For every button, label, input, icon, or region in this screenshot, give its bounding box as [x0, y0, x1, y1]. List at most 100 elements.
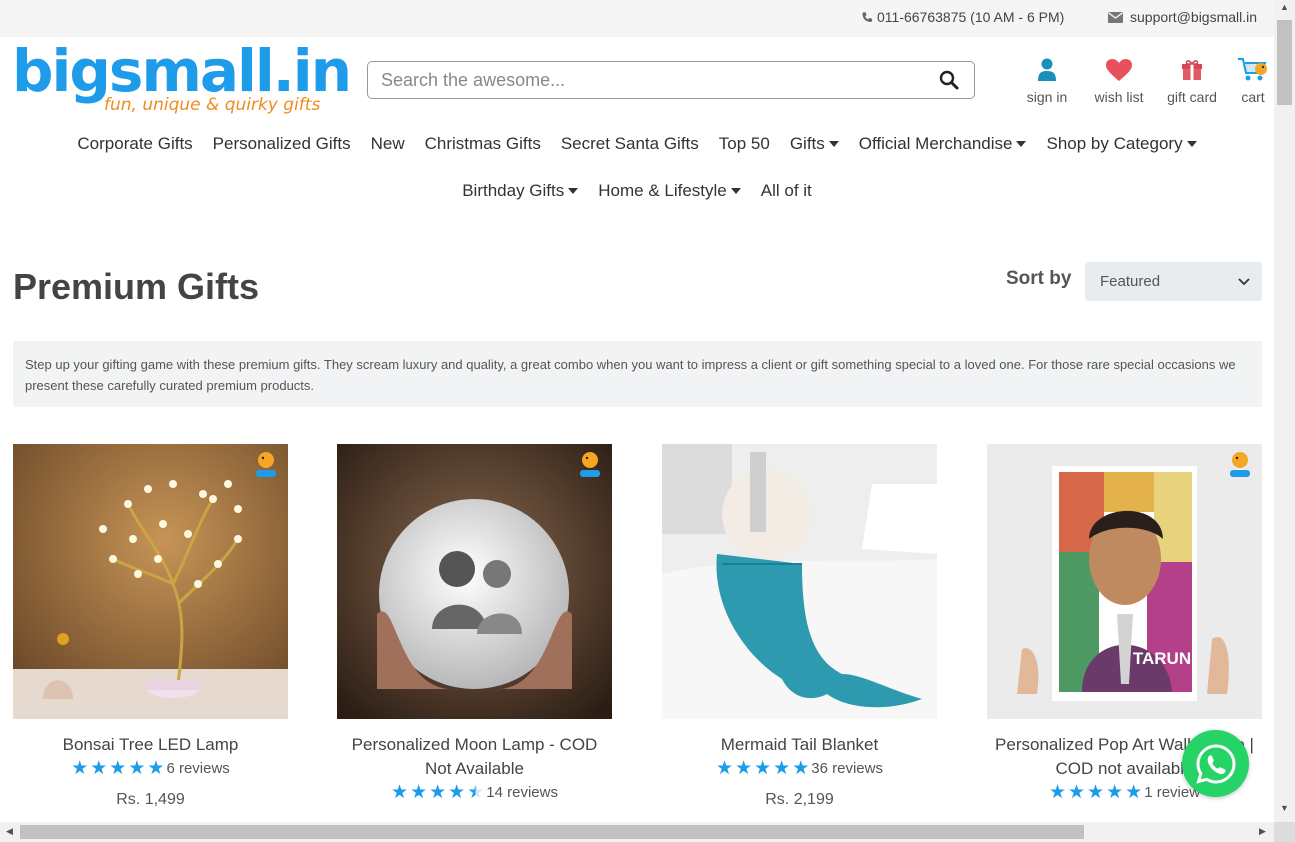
- wish-list-label: wish list: [1094, 89, 1144, 105]
- product-card[interactable]: Bonsai Tree LED Lamp ★ ★ ★ ★ ★ 6 reviews Rs.…: [13, 444, 288, 809]
- product-rating: ★ ★ ★ ★ ★ 36 reviews: [662, 759, 937, 778]
- sort-selected-value: Featured: [1100, 273, 1161, 290]
- star-icon: ★: [391, 782, 409, 803]
- bigsmall-elephant-icon: [580, 452, 600, 477]
- star-icon: ★: [410, 782, 428, 803]
- nav-label: Corporate Gifts: [77, 134, 193, 153]
- product-image[interactable]: TARUN: [987, 444, 1262, 719]
- nav-label: Official Merchandise: [858, 134, 1013, 153]
- phone-icon: [862, 12, 873, 23]
- email-contact[interactable]: support@bigsmall.in: [1108, 9, 1257, 25]
- nav-label: Gifts: [789, 134, 825, 153]
- search-input[interactable]: [368, 62, 924, 98]
- star-icon: ★: [90, 758, 108, 779]
- caret-down-icon: [1016, 141, 1027, 147]
- email-text: support@bigsmall.in: [1130, 9, 1258, 25]
- wish-list-button[interactable]: wish list: [1088, 55, 1150, 105]
- caret-down-icon: [568, 188, 579, 194]
- product-name[interactable]: Mermaid Tail Blanket: [662, 733, 937, 757]
- gift-icon: [1182, 60, 1202, 80]
- star-icon: ★: [448, 782, 466, 803]
- nav-top-50[interactable]: Top 50: [719, 134, 770, 154]
- star-icon: ★: [1068, 782, 1086, 803]
- cart-icon: [1238, 58, 1267, 81]
- search-button[interactable]: [924, 62, 974, 98]
- vertical-scroll-thumb[interactable]: [1277, 20, 1292, 105]
- scrollbar-corner: [1274, 822, 1295, 842]
- star-icon: ★: [773, 758, 791, 779]
- horizontal-scroll-thumb[interactable]: [20, 825, 1084, 839]
- star-icon: ★: [716, 758, 734, 779]
- cart-label: cart: [1241, 89, 1265, 105]
- scroll-down-arrow-icon[interactable]: ▼: [1280, 803, 1289, 813]
- heart-icon: [1106, 59, 1132, 81]
- page-title: Premium Gifts: [13, 266, 260, 307]
- star-half-icon: ★: [467, 782, 485, 803]
- nav-label: All of it: [760, 181, 812, 200]
- site-header: bigsmall.in fun, unique & quirky gifts s…: [0, 37, 1274, 127]
- star-icon: ★: [128, 758, 146, 779]
- nav-new[interactable]: New: [371, 134, 405, 154]
- review-count: 36 reviews: [811, 760, 883, 777]
- bigsmall-elephant-icon: [1230, 452, 1250, 477]
- product-name[interactable]: Bonsai Tree LED Lamp: [13, 733, 288, 757]
- nav-label: Christmas Gifts: [424, 134, 541, 153]
- phone-text: 011-66763875 (10 AM - 6 PM): [877, 9, 1065, 25]
- nav-secret-santa-gifts[interactable]: Secret Santa Gifts: [561, 134, 699, 154]
- scroll-right-arrow-icon[interactable]: ▶: [1259, 826, 1266, 837]
- caret-down-icon: [730, 188, 741, 194]
- nav-christmas-gifts[interactable]: Christmas Gifts: [425, 134, 541, 154]
- product-card[interactable]: Personalized Moon Lamp - COD Not Availab…: [337, 444, 612, 802]
- nav-label: Home & Lifestyle: [598, 181, 727, 200]
- caret-down-icon: [1186, 141, 1197, 147]
- site-logo[interactable]: bigsmall.in fun, unique & quirky gifts: [12, 37, 352, 115]
- whatsapp-chat-button[interactable]: [1182, 730, 1249, 797]
- moon-lamp-photo: [337, 444, 612, 719]
- review-count: 14 reviews: [486, 784, 558, 801]
- nav-official-merchandise-dropdown[interactable]: Official Merchandise: [859, 134, 1027, 154]
- gift-card-label: gift card: [1167, 89, 1217, 105]
- star-icon: ★: [1125, 782, 1143, 803]
- main-nav-row-1: Corporate Gifts Personalized Gifts New C…: [0, 134, 1274, 154]
- vertical-scrollbar[interactable]: ▲ ▼: [1274, 0, 1295, 822]
- cart-button[interactable]: cart: [1233, 55, 1273, 105]
- review-count: 6 reviews: [166, 760, 230, 777]
- nav-personalized-gifts[interactable]: Personalized Gifts: [213, 134, 351, 154]
- nav-corporate-gifts[interactable]: Corporate Gifts: [77, 134, 192, 154]
- logo-wordmark: bigsmall.in: [12, 37, 352, 105]
- nav-label: Personalized Gifts: [212, 134, 351, 153]
- scroll-left-arrow-icon[interactable]: ◀: [6, 826, 13, 837]
- product-card[interactable]: Mermaid Tail Blanket ★ ★ ★ ★ ★ 36 reviews Rs…: [662, 444, 937, 809]
- chevron-down-icon: [1238, 277, 1250, 285]
- gift-card-button[interactable]: gift card: [1158, 55, 1226, 105]
- nav-shop-by-category-dropdown[interactable]: Shop by Category: [1046, 134, 1197, 154]
- nav-birthday-gifts-dropdown[interactable]: Birthday Gifts: [462, 181, 579, 201]
- star-icon: ★: [109, 758, 127, 779]
- mermaid-blanket-photo: [662, 444, 937, 719]
- product-image[interactable]: [662, 444, 937, 719]
- sign-in-button[interactable]: sign in: [1010, 55, 1084, 105]
- product-image[interactable]: [13, 444, 288, 719]
- nav-home-lifestyle-dropdown[interactable]: Home & Lifestyle: [598, 181, 741, 201]
- product-image[interactable]: [337, 444, 612, 719]
- caret-down-icon: [828, 141, 839, 147]
- bigsmall-elephant-icon: [256, 452, 276, 477]
- star-icon: ★: [735, 758, 753, 779]
- horizontal-scrollbar[interactable]: ◀ ▶: [0, 822, 1274, 842]
- phone-contact[interactable]: 011-66763875 (10 AM - 6 PM): [862, 9, 1064, 25]
- star-icon: ★: [1087, 782, 1105, 803]
- nav-all-of-it[interactable]: All of it: [761, 181, 812, 201]
- search-bar: [367, 61, 975, 99]
- scroll-up-arrow-icon[interactable]: ▲: [1280, 2, 1289, 12]
- sort-select[interactable]: Featured: [1085, 262, 1262, 301]
- product-name[interactable]: Personalized Moon Lamp - COD Not Availab…: [337, 733, 612, 781]
- nav-gifts-dropdown[interactable]: Gifts: [790, 134, 839, 154]
- star-icon: ★: [71, 758, 89, 779]
- star-icon: ★: [792, 758, 810, 779]
- sort-label: Sort by: [1006, 268, 1072, 289]
- nav-label: Birthday Gifts: [462, 181, 565, 200]
- star-icon: ★: [429, 782, 447, 803]
- whatsapp-icon: [1195, 743, 1236, 784]
- header-actions: sign in wish list gift card cart: [1010, 55, 1273, 105]
- nav-label: Shop by Category: [1046, 134, 1183, 153]
